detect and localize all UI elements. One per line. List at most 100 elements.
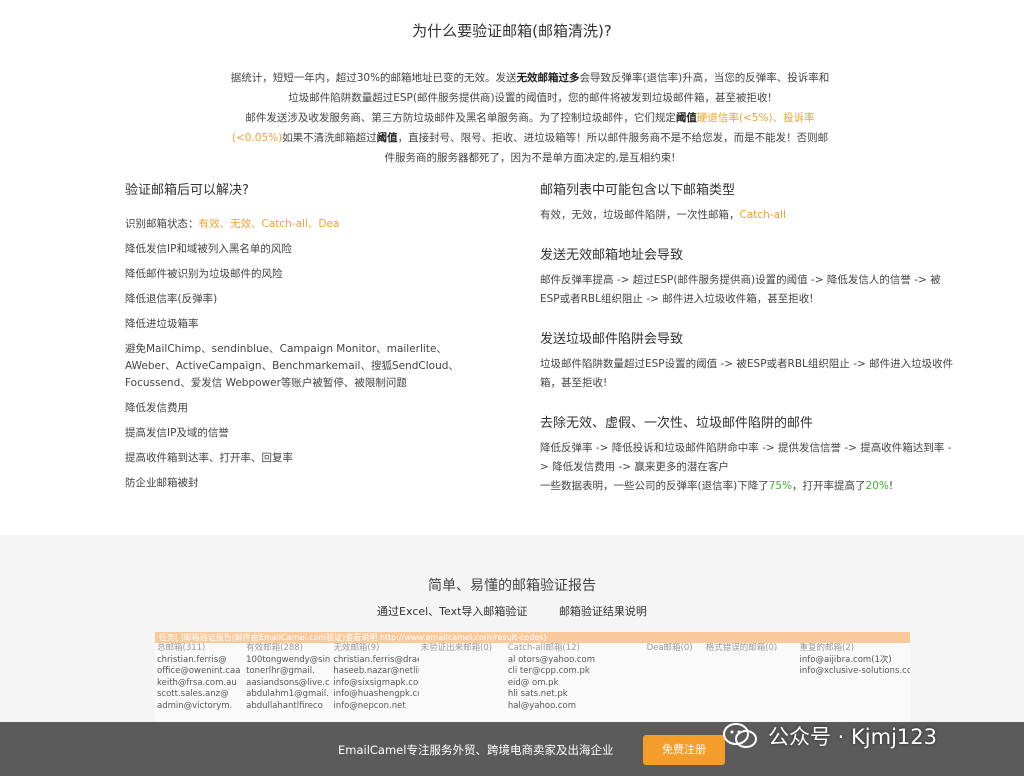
sheet-cell bbox=[419, 678, 506, 690]
section-heading-types: 邮箱列表中可能包含以下邮箱类型 bbox=[540, 183, 736, 198]
sheet-cell: al otors@yahoo.com bbox=[507, 654, 595, 665]
sheet-cell: scott.sales.anz@ bbox=[157, 689, 229, 699]
stats-open-value: 20% bbox=[865, 480, 889, 492]
sheet-header-cell: 有效邮箱(288) bbox=[246, 643, 303, 653]
report-links: 通过Excel、Text导入邮箱验证 邮箱验证结果说明 bbox=[0, 603, 1024, 619]
sheet-header-cell: Dea邮箱(0) bbox=[646, 643, 693, 653]
sheet-cell bbox=[645, 701, 704, 713]
sheet-header-cell: 格式错误的邮箱(0) bbox=[705, 643, 778, 653]
sheet-header-cell: 总邮箱(311) bbox=[157, 643, 206, 653]
sheet-cell bbox=[798, 678, 911, 690]
sheet-cell bbox=[419, 655, 506, 667]
footer-text: EmailCamel专注服务外贸、跨境电商卖家及出海企业 bbox=[338, 743, 614, 757]
sheet-cell: keith@frsa.com.au bbox=[157, 677, 237, 688]
intro-bold: 阈值 bbox=[675, 112, 697, 124]
intro-text: 邮件发送涉及收发服务商、第三方防垃圾邮件及黑名单服务商。为了控制垃圾邮件，它们规… bbox=[245, 112, 676, 124]
sheet-header-cell: 未验证出来邮箱(0) bbox=[420, 643, 493, 653]
intro-text: 如果不清洗邮箱超过 bbox=[282, 132, 377, 144]
sheet-header-cell: 重复的邮箱(2) bbox=[799, 643, 855, 653]
types-text: 有效，无效，垃圾邮件陷阱，一次性邮箱， bbox=[540, 209, 740, 221]
sheet-cell: christian.ferris@draeger.com bbox=[333, 654, 418, 665]
sheet-header-cell: Catch-all邮箱(12) bbox=[507, 643, 580, 653]
report-spreadsheet-preview: 任务[ ]邮箱验证报告(邮件由EmailCamel.com验证)查看说明 htt… bbox=[155, 632, 910, 724]
intro-bold: 阈值 bbox=[376, 132, 398, 144]
benefit-item: 降低退信率(反弹率) bbox=[125, 293, 218, 305]
intro-paragraph: 据统计，短短一年内，超过30%的邮箱地址已变的无效。发送无效邮箱过多会导致反弹率… bbox=[195, 68, 865, 168]
sheet-cell bbox=[645, 655, 704, 667]
import-link[interactable]: 通过Excel、Text导入邮箱验证 bbox=[377, 605, 527, 618]
stats-text: ! bbox=[888, 480, 894, 492]
report-title: 简单、易懂的邮箱验证报告 bbox=[428, 578, 596, 594]
sheet-cell: abdulahm1@gmail. bbox=[246, 689, 329, 699]
benefit-item: 降低发信费用 bbox=[125, 402, 188, 414]
sheet-cell: cli ter@cpp.com.pk bbox=[507, 666, 590, 676]
sheet-header-row: 总邮箱(311) 有效邮箱(288) 无效邮箱(9) 未验证出来邮箱(0) Ca… bbox=[155, 643, 910, 655]
page-title: 为什么要验证邮箱(邮箱清洗)? bbox=[412, 22, 612, 40]
section-heading-remove: 去除无效、虚假、一次性、垃圾邮件陷阱的邮件 bbox=[540, 416, 814, 431]
intro-line-1: 据统计，短短一年内，超过30%的邮箱地址已变的无效。发送无效邮箱过多会导致反弹率… bbox=[195, 68, 865, 88]
section-heading-traps: 发送垃圾邮件陷阱会导致 bbox=[540, 332, 684, 347]
sheet-banner: 任务[ ]邮箱验证报告(邮件由EmailCamel.com验证)查看说明 htt… bbox=[155, 632, 910, 643]
status-line: 识别邮箱状态：有效、无效、Catch-all、Dea bbox=[125, 216, 495, 233]
sheet-cell: office@owenint.caa bbox=[157, 666, 241, 676]
result-codes-link[interactable]: 邮箱验证结果说明 bbox=[559, 605, 647, 618]
sheet-row: keith@frsa.com.au aasiandsons@live.c inf… bbox=[155, 678, 910, 690]
intro-text: 会导致反弹率(退信率)升高，当您的反弹率、投诉率和 bbox=[579, 72, 830, 84]
sheet-cell: haseeb.nazar@netlinks.com.pk bbox=[333, 666, 418, 676]
sheet-cell bbox=[704, 689, 798, 701]
sheet-cell bbox=[419, 666, 506, 678]
sheet-row: admin@victorym. abdullahantlfireco info@… bbox=[155, 701, 910, 713]
benefit-item: 避免MailChimp、sendinblue、Campaign Monitor、… bbox=[125, 343, 459, 389]
intro-highlight: 硬退信率(<5%)、投诉率 bbox=[696, 112, 815, 124]
sheet-cell bbox=[419, 689, 506, 701]
sheet-cell: tonerlhr@gmail. bbox=[246, 666, 315, 676]
sheet-cell: abdullahantlfireco bbox=[246, 700, 323, 711]
sheet-cell bbox=[645, 678, 704, 690]
sheet-header-cell: 无效邮箱(9) bbox=[333, 643, 380, 653]
intro-line-4: (<0.05%)如果不清洗邮箱超过阈值，直接封号、限号、拒收、进垃圾箱等！所以邮… bbox=[195, 128, 865, 148]
sheet-cell: aasiandsons@live.c bbox=[246, 677, 330, 688]
section-text-types: 有效，无效，垃圾邮件陷阱，一次性邮箱，Catch-all bbox=[540, 206, 960, 225]
benefit-item: 防企业邮箱被封 bbox=[125, 477, 199, 489]
intro-line-5: 件服务商的服务器都死了，因为不是单方面决定的,是互相约束! bbox=[384, 152, 676, 164]
sheet-cell: christian.ferris@ bbox=[157, 654, 227, 665]
wechat-icon bbox=[723, 723, 757, 748]
benefit-item: 降低邮件被识别为垃圾邮件的风险 bbox=[125, 268, 283, 280]
sheet-row: scott.sales.anz@ abdulahm1@gmail. info@h… bbox=[155, 689, 910, 701]
sheet-cell bbox=[704, 678, 798, 690]
sheet-cell bbox=[798, 689, 911, 701]
sheet-cell bbox=[704, 701, 798, 713]
types-highlight: Catch-all bbox=[739, 209, 786, 221]
free-signup-button[interactable]: 免费注册 bbox=[643, 735, 725, 765]
sheet-row: christian.ferris@ 100tongwendy@sin chris… bbox=[155, 655, 910, 667]
stats-bounce-value: 75% bbox=[768, 480, 793, 492]
sheet-cell bbox=[419, 701, 506, 713]
sheet-cell: hal@yahoo.com bbox=[507, 700, 577, 711]
benefit-item: 降低发信IP和域被列入黑名单的风险 bbox=[125, 243, 292, 255]
intro-bold: 无效邮箱过多 bbox=[516, 72, 580, 84]
sheet-cell: 100tongwendy@sin bbox=[246, 654, 331, 665]
intro-highlight: (<0.05%) bbox=[231, 132, 283, 144]
sheet-cell bbox=[704, 655, 798, 667]
stats-text: 一些数据表明，一些公司的反弹率(退信率)下降了 bbox=[540, 480, 769, 492]
sheet-cell: info@xclusive-solutions.cc bbox=[799, 666, 911, 676]
status-prefix: 识别邮箱状态： bbox=[125, 218, 199, 230]
status-values: 有效、无效、Catch-all、Dea bbox=[198, 218, 340, 230]
stats-text: ，打开率提高了 bbox=[792, 480, 866, 492]
sheet-cell: info@sixsigmapk.com bbox=[333, 677, 419, 688]
section-heading-invalid: 发送无效邮箱地址会导致 bbox=[540, 248, 684, 263]
sheet-cell: info@huashengpk.com bbox=[333, 689, 418, 699]
benefit-item: 降低进垃圾箱率 bbox=[125, 318, 199, 330]
benefits-heading: 验证邮箱后可以解决? bbox=[125, 183, 249, 198]
intro-text: 据统计，短短一年内，超过30%的邮箱地址已变的无效。发送 bbox=[230, 72, 517, 84]
sheet-cell: hli sats.net.pk bbox=[507, 689, 568, 699]
section-text-remove: 降低反弹率 -> 降低投诉和垃圾邮件陷阱命中率 -> 提供发信信誉 -> 提高收… bbox=[540, 442, 952, 473]
sheet-cell: info@aijibra.com(1次) bbox=[799, 654, 892, 665]
section-text-invalid: 邮件反弹率提高 -> 超过ESP(邮件服务提供商)设置的阈值 -> 降低发信人的… bbox=[540, 274, 941, 305]
sheet-cell: eid@ om.pk bbox=[507, 677, 559, 688]
sheet-cell: info@nepcon.net bbox=[333, 700, 406, 711]
explanation-column: 邮箱列表中可能包含以下邮箱类型 有效，无效，垃圾邮件陷阱，一次性邮箱，Catch… bbox=[540, 182, 960, 518]
sheet-cell bbox=[645, 689, 704, 701]
intro-line-3: 邮件发送涉及收发服务商、第三方防垃圾邮件及黑名单服务商。为了控制垃圾邮件，它们规… bbox=[195, 108, 865, 128]
wechat-watermark: 公众号 · Kjmj123 bbox=[722, 716, 937, 756]
